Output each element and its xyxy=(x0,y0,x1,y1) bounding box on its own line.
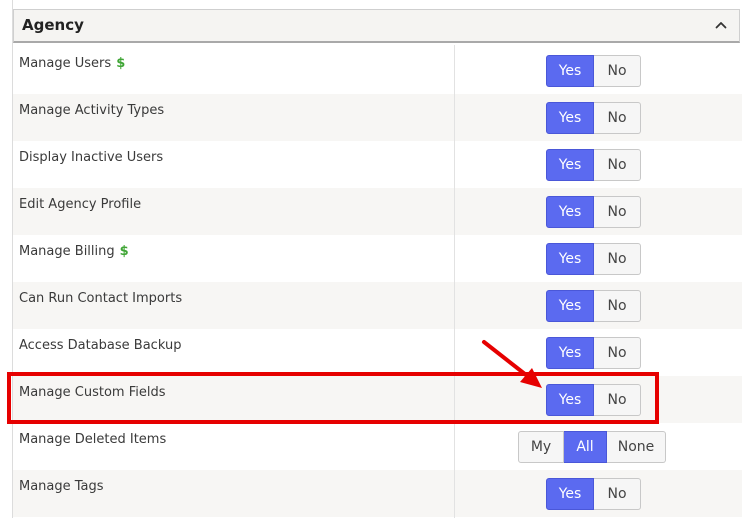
permission-row-deleted-items: Manage Deleted Items My All None xyxy=(13,423,742,470)
no-option[interactable]: No xyxy=(594,102,641,134)
yes-no-toggle[interactable]: Yes No xyxy=(546,243,641,275)
no-option[interactable]: No xyxy=(594,55,641,87)
my-option[interactable]: My xyxy=(518,431,564,463)
yes-no-toggle[interactable]: Yes No xyxy=(546,55,641,87)
permission-row-contact-imports: Can Run Contact Imports Yes No xyxy=(13,282,742,329)
permission-label: Manage Tags xyxy=(19,479,104,494)
permission-label: Edit Agency Profile xyxy=(19,197,142,212)
permission-row-manage-billing: Manage Billing $ Yes No xyxy=(13,235,742,282)
dollar-sign-icon: $ xyxy=(119,244,129,259)
permission-label: Manage Deleted Items xyxy=(19,432,167,447)
permission-row-database-backup: Access Database Backup Yes No xyxy=(13,329,742,376)
yes-no-toggle[interactable]: Yes No xyxy=(546,384,641,416)
yes-option[interactable]: Yes xyxy=(546,290,594,322)
yes-no-toggle[interactable]: Yes No xyxy=(546,478,641,510)
yes-no-toggle[interactable]: Yes No xyxy=(546,337,641,369)
permission-label: Access Database Backup xyxy=(19,338,182,353)
permission-label: Manage Activity Types xyxy=(19,103,165,118)
no-option[interactable]: No xyxy=(594,290,641,322)
yes-option[interactable]: Yes xyxy=(546,337,594,369)
no-option[interactable]: No xyxy=(594,243,641,275)
no-option[interactable]: No xyxy=(594,149,641,181)
permission-row-manage-users: Manage Users $ Yes No xyxy=(13,47,742,94)
none-option[interactable]: None xyxy=(607,431,666,463)
permission-label: Display Inactive Users xyxy=(19,150,164,165)
yes-no-toggle[interactable]: Yes No xyxy=(546,290,641,322)
column-divider xyxy=(454,45,455,518)
no-option[interactable]: No xyxy=(594,337,641,369)
no-option[interactable]: No xyxy=(594,478,641,510)
yes-no-toggle[interactable]: Yes No xyxy=(546,149,641,181)
yes-option[interactable]: Yes xyxy=(546,196,594,228)
permission-label: Manage Billing $ xyxy=(19,244,129,259)
permission-label: Can Run Contact Imports xyxy=(19,291,183,306)
yes-option[interactable]: Yes xyxy=(546,149,594,181)
permission-label: Manage Custom Fields xyxy=(19,385,166,400)
yes-no-toggle[interactable]: Yes No xyxy=(546,102,641,134)
permission-row-manage-custom-fields: Manage Custom Fields Yes No xyxy=(13,376,742,423)
no-option[interactable]: No xyxy=(594,384,641,416)
yes-option[interactable]: Yes xyxy=(546,478,594,510)
permission-row-manage-tags: Manage Tags Yes No xyxy=(13,470,742,517)
permission-row-manage-activity-types: Manage Activity Types Yes No xyxy=(13,94,742,141)
permission-row-edit-agency-profile: Edit Agency Profile Yes No xyxy=(13,188,742,235)
section-title: Agency xyxy=(22,16,84,34)
section-header-agency[interactable]: Agency xyxy=(13,9,740,43)
all-option[interactable]: All xyxy=(564,431,607,463)
permission-row-display-inactive-users: Display Inactive Users Yes No xyxy=(13,141,742,188)
yes-option[interactable]: Yes xyxy=(546,102,594,134)
yes-option[interactable]: Yes xyxy=(546,55,594,87)
chevron-up-icon[interactable] xyxy=(713,17,729,33)
yes-option[interactable]: Yes xyxy=(546,243,594,275)
agency-permissions-panel: Agency Manage Users $ Yes No Manage Activ… xyxy=(12,0,742,518)
my-all-none-toggle[interactable]: My All None xyxy=(518,431,666,463)
no-option[interactable]: No xyxy=(594,196,641,228)
red-arrow-annotation xyxy=(482,340,542,388)
dollar-sign-icon: $ xyxy=(116,56,126,71)
yes-no-toggle[interactable]: Yes No xyxy=(546,196,641,228)
yes-option[interactable]: Yes xyxy=(546,384,594,416)
permission-label: Manage Users $ xyxy=(19,56,126,71)
